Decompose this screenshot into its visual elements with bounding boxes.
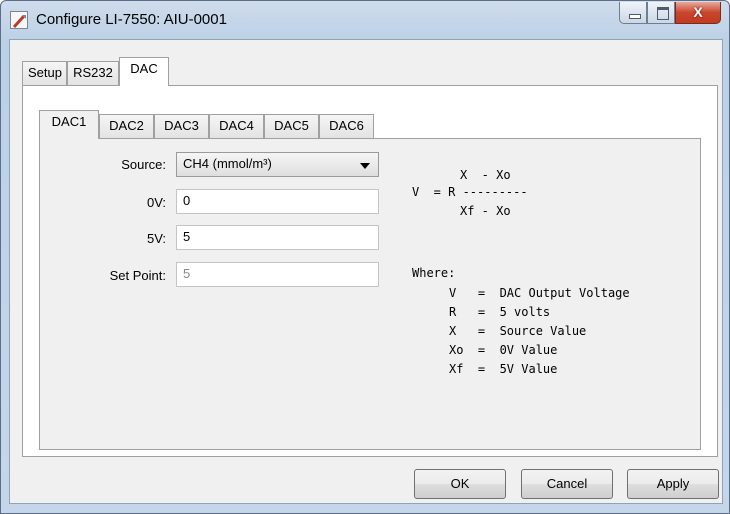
dac1-panel: Source: CH4 (mmol/m³) 0V: 0 5V: 5 Set Po… [39, 138, 701, 450]
tab-dac1[interactable]: DAC1 [39, 110, 99, 139]
window-controls: X [619, 2, 721, 24]
source-label: Source: [121, 157, 166, 172]
apply-button[interactable]: Apply [627, 469, 719, 499]
tab-rs232[interactable]: RS232 [67, 61, 119, 85]
tab-dac4[interactable]: DAC4 [209, 114, 264, 138]
ok-button[interactable]: OK [414, 469, 506, 499]
set-point-label: Set Point: [109, 268, 166, 283]
tab-dac3[interactable]: DAC3 [154, 114, 209, 138]
maximize-icon [648, 2, 674, 23]
five-volt-input[interactable]: 5 [176, 225, 379, 250]
title-bar[interactable]: Configure LI-7550: AIU-0001 X [1, 1, 729, 39]
close-button[interactable]: X [675, 2, 721, 24]
dialog-window: Configure LI-7550: AIU-0001 X Setup RS23… [0, 0, 730, 514]
minimize-button[interactable] [619, 2, 647, 24]
tab-dac[interactable]: DAC [119, 57, 169, 86]
dac-tab-panel: DAC1 DAC2 DAC3 DAC4 DAC5 DAC6 Source: CH… [22, 85, 718, 457]
formula-denominator: Xf - Xo [460, 204, 511, 218]
window-title: Configure LI-7550: AIU-0001 [36, 11, 227, 28]
legend-row-xf: Xf = 5V Value [449, 362, 558, 376]
legend-row-xo: Xo = 0V Value [449, 343, 558, 357]
set-point-input: 5 [176, 262, 379, 287]
dropdown-arrow-icon [360, 163, 370, 169]
close-icon: X [693, 4, 703, 20]
app-icon [10, 11, 28, 29]
tab-dac2[interactable]: DAC2 [99, 114, 154, 138]
tab-dac5[interactable]: DAC5 [264, 114, 319, 138]
tab-setup[interactable]: Setup [22, 61, 67, 85]
legend-row-x: X = Source Value [449, 324, 587, 338]
tab-dac6[interactable]: DAC6 [319, 114, 374, 138]
source-select[interactable]: CH4 (mmol/m³) [176, 152, 379, 177]
minimize-icon [620, 2, 646, 23]
legend-row-v: V = DAC Output Voltage [449, 286, 630, 300]
cancel-button[interactable]: Cancel [521, 469, 613, 499]
zero-volt-label: 0V: [146, 195, 166, 210]
five-volt-label: 5V: [146, 231, 166, 246]
zero-volt-input[interactable]: 0 [176, 189, 379, 214]
formula-equation: V = R --------- [412, 185, 528, 199]
maximize-button[interactable] [647, 2, 675, 24]
dialog-client-area: Setup RS232 DAC DAC1 DAC2 DAC3 DAC4 DAC5… [9, 39, 723, 504]
source-select-value: CH4 (mmol/m³) [183, 156, 272, 171]
formula-where: Where: [412, 266, 456, 280]
legend-row-r: R = 5 volts [449, 305, 551, 319]
